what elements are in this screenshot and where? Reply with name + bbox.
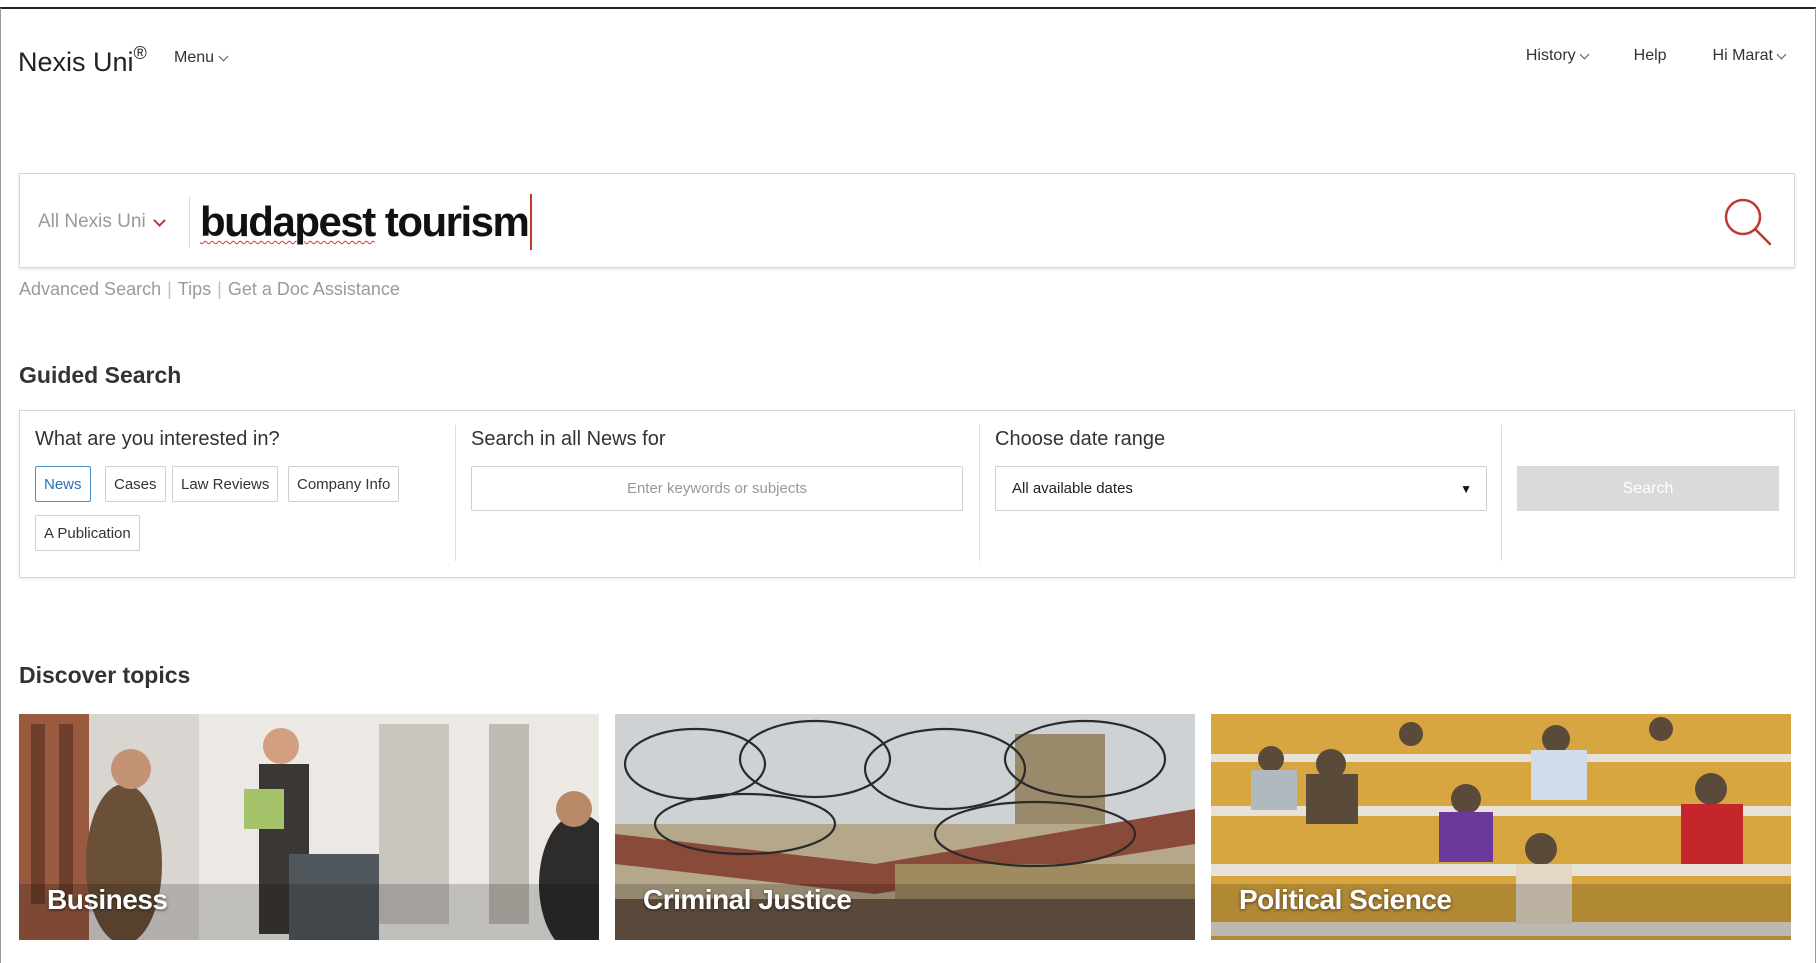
topic-label: Political Science — [1239, 884, 1452, 915]
guided-search-title: Guided Search — [19, 362, 182, 388]
history-dropdown[interactable]: History — [1525, 47, 1590, 65]
divider — [979, 425, 980, 561]
chevron-down-icon — [1776, 49, 1787, 59]
brand-name: Nexis Uni — [18, 47, 134, 77]
topic-tile-business[interactable]: Business — [19, 714, 599, 940]
caret-down-icon: ▼ — [1460, 481, 1472, 496]
discover-topics-title: Discover topics — [19, 662, 191, 688]
guided-search-panel: What are you interested in? News Cases L… — [19, 410, 1795, 578]
topic-label: Criminal Justice — [643, 884, 852, 915]
search-input[interactable]: budapest tourism — [200, 194, 533, 250]
advanced-search-link[interactable]: Advanced Search — [19, 279, 161, 300]
top-nav: History Help Hi Marat — [1525, 47, 1787, 65]
query-word: budapest — [200, 198, 376, 245]
help-label: Help — [1633, 47, 1667, 64]
user-greeting: Hi Marat — [1712, 47, 1773, 64]
menu-dropdown[interactable]: Menu — [174, 49, 229, 67]
chevron-down-icon — [218, 51, 229, 61]
interest-label: What are you interested in? — [35, 428, 280, 450]
date-range-value: All available dates — [1012, 480, 1133, 497]
get-a-doc-link[interactable]: Get a Doc Assistance — [228, 279, 400, 300]
date-range-select[interactable]: All available dates ▼ — [995, 466, 1487, 511]
chip-company-info[interactable]: Company Info — [288, 466, 400, 502]
main-search-bar: All Nexis Uni budapest tourism — [19, 173, 1795, 268]
chip-news[interactable]: News — [35, 466, 91, 502]
menu-label: Menu — [174, 49, 215, 66]
topic-label: Business — [47, 884, 168, 915]
query-word: tourism — [384, 198, 530, 245]
keywords-input[interactable] — [471, 466, 963, 511]
registered-mark: ® — [133, 43, 147, 63]
browser-frame: Nexis Uni® Menu History Help Hi Marat Al… — [0, 7, 1816, 963]
date-range-label: Choose date range — [995, 428, 1166, 450]
chip-cases[interactable]: Cases — [105, 466, 166, 502]
separator: | — [217, 279, 222, 299]
search-icon[interactable] — [1722, 196, 1774, 248]
divider — [1501, 425, 1502, 561]
history-label: History — [1525, 47, 1576, 64]
topic-tile-political-science[interactable]: Political Science — [1211, 714, 1791, 940]
divider — [189, 196, 190, 248]
topic-tiles: Business Criminal Justice Political Scie… — [19, 714, 1791, 940]
brand-logo[interactable]: Nexis Uni® — [18, 43, 147, 78]
text-caret — [530, 194, 533, 250]
guided-search-button[interactable]: Search — [1517, 466, 1779, 511]
keywords-label: Search in all News for — [471, 428, 666, 450]
divider — [455, 425, 456, 561]
search-scope-dropdown[interactable]: All Nexis Uni — [38, 211, 166, 233]
chevron-down-icon — [152, 213, 166, 227]
chip-a-publication[interactable]: A Publication — [35, 515, 140, 551]
separator: | — [167, 279, 172, 299]
chip-law-reviews[interactable]: Law Reviews — [172, 466, 279, 502]
scope-label: All Nexis Uni — [38, 211, 146, 232]
user-menu[interactable]: Hi Marat — [1712, 47, 1787, 65]
chevron-down-icon — [1579, 49, 1590, 59]
help-link[interactable]: Help — [1634, 47, 1667, 65]
topic-tile-criminal-justice[interactable]: Criminal Justice — [615, 714, 1195, 940]
tips-link[interactable]: Tips — [178, 279, 211, 300]
search-assist-links: Advanced Search | Tips | Get a Doc Assis… — [19, 279, 400, 300]
